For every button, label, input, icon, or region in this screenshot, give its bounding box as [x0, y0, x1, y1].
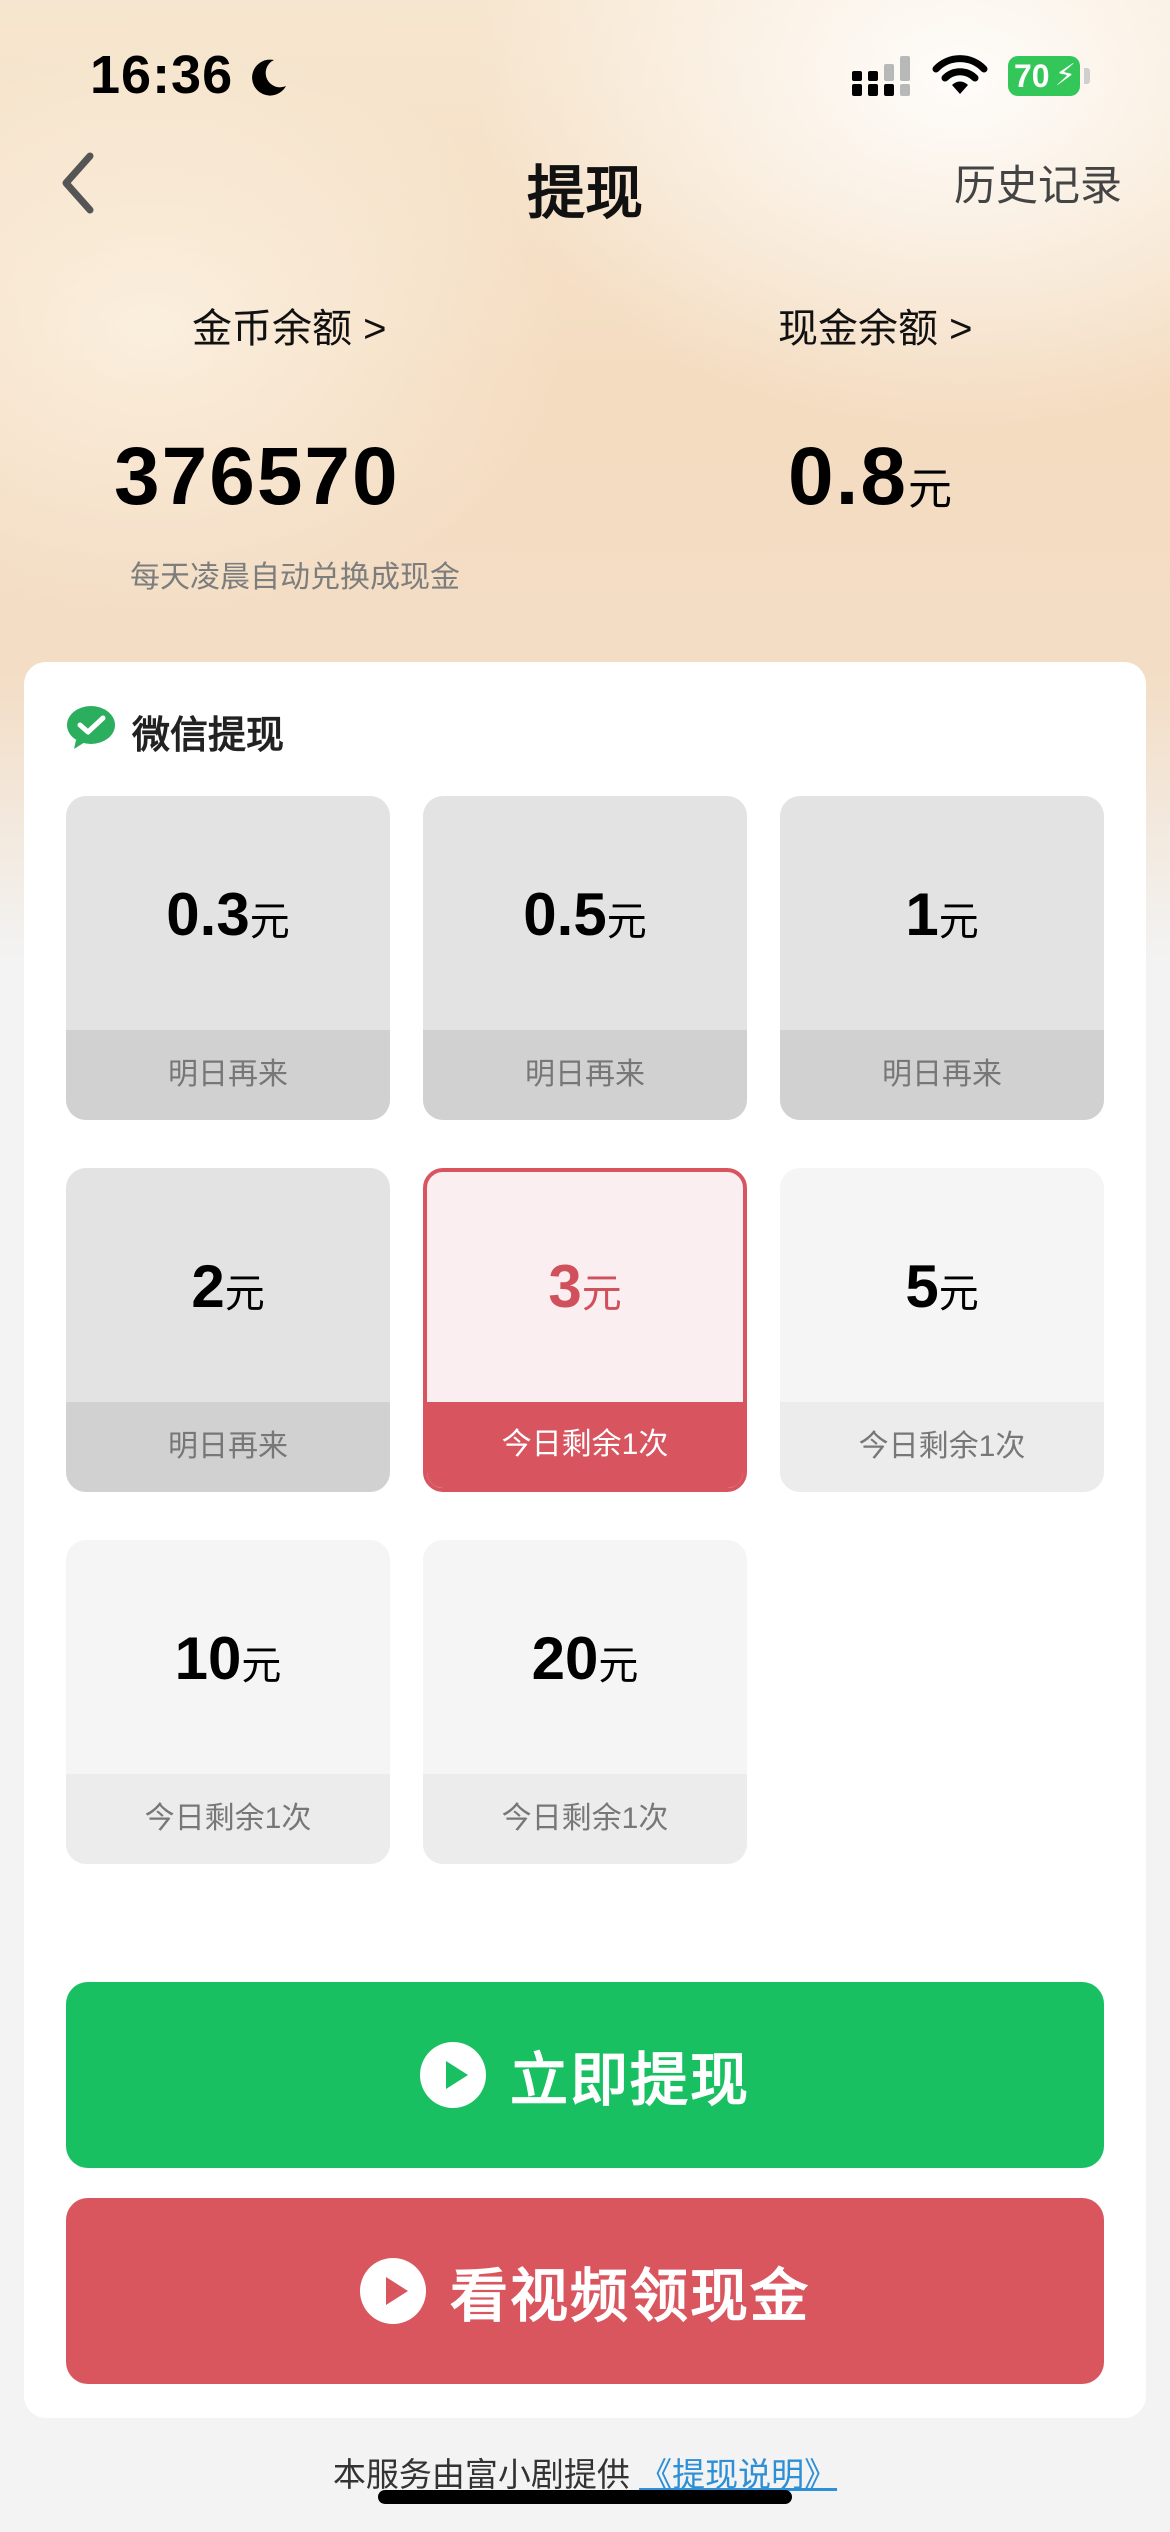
home-indicator[interactable]: [378, 2490, 792, 2504]
withdraw-option-0-3[interactable]: 0.3元 明日再来: [66, 796, 390, 1120]
withdraw-card: 微信提现 0.3元 明日再来 0.5元 明日再来 1元 明日再来 2元 明日再来…: [24, 662, 1146, 2418]
coin-exchange-note: 每天凌晨自动兑换成现金: [130, 561, 460, 594]
withdraw-option-3-selected[interactable]: 3元 今日剩余1次: [423, 1168, 747, 1492]
cash-balance-amount: 0.8: [788, 431, 908, 522]
amount-unit: 元: [224, 1272, 265, 1316]
option-amount: 2元: [66, 1252, 390, 1321]
watch-video-label: 看视频领现金: [449, 2264, 810, 2329]
option-status: 今日剩余1次: [423, 1774, 747, 1864]
battery-charging-icon: 70 ⚡: [1008, 56, 1080, 96]
amount-value: 10: [174, 1625, 242, 1692]
wechat-icon: [67, 706, 115, 749]
play-icon: [359, 2258, 426, 2324]
withdraw-option-0-5[interactable]: 0.5元 明日再来: [423, 796, 747, 1120]
cash-balance-value: 0.8元: [788, 430, 952, 524]
option-amount: 20元: [423, 1624, 747, 1693]
coin-balance-value: 376570: [114, 431, 400, 522]
battery-level: 70: [1014, 58, 1050, 94]
battery-tip: [1084, 68, 1090, 84]
withdraw-option-1[interactable]: 1元 明日再来: [780, 796, 1104, 1120]
amount-value: 1: [905, 881, 939, 948]
option-status: 明日再来: [66, 1030, 390, 1120]
payment-method-title: 微信提现: [132, 715, 285, 757]
amount-value: 0.5: [523, 881, 607, 948]
amount-unit: 元: [249, 900, 290, 944]
amount-value: 5: [905, 1253, 939, 1320]
withdraw-now-button[interactable]: 立即提现: [66, 1982, 1104, 2168]
amount-unit: 元: [581, 1272, 622, 1316]
amount-unit: 元: [938, 1272, 979, 1316]
option-amount: 5元: [780, 1252, 1104, 1321]
amount-value: 20: [531, 1625, 599, 1692]
option-amount: 3元: [427, 1252, 743, 1321]
option-status: 明日再来: [780, 1030, 1104, 1120]
play-icon: [419, 2042, 486, 2108]
option-amount: 0.3元: [66, 880, 390, 949]
withdraw-option-2[interactable]: 2元 明日再来: [66, 1168, 390, 1492]
option-amount: 0.5元: [423, 880, 747, 949]
withdraw-option-10[interactable]: 10元 今日剩余1次: [66, 1540, 390, 1864]
history-link[interactable]: 历史记录: [954, 152, 1122, 213]
cash-balance-unit: 元: [908, 465, 952, 514]
cellular-signal-icon: [852, 56, 910, 96]
amount-value: 3: [548, 1253, 582, 1320]
option-status: 明日再来: [66, 1402, 390, 1492]
amount-unit: 元: [598, 1644, 639, 1688]
moon-icon: [252, 59, 286, 96]
status-bar: 16:36 70 ⚡: [0, 0, 1170, 150]
wifi-icon: [932, 55, 988, 94]
status-time: 16:36: [90, 45, 234, 105]
option-amount: 10元: [66, 1624, 390, 1693]
option-amount: 1元: [780, 880, 1104, 949]
amount-value: 0.3: [166, 881, 250, 948]
amount-value: 2: [191, 1253, 225, 1320]
withdraw-rules-link[interactable]: 《提现说明》: [639, 2456, 837, 2493]
watch-video-button[interactable]: 看视频领现金: [66, 2198, 1104, 2384]
amount-unit: 元: [241, 1644, 282, 1688]
option-status: 今日剩余1次: [427, 1402, 743, 1488]
amount-unit: 元: [606, 900, 647, 944]
withdraw-option-20[interactable]: 20元 今日剩余1次: [423, 1540, 747, 1864]
option-status: 今日剩余1次: [780, 1402, 1104, 1492]
option-status: 今日剩余1次: [66, 1774, 390, 1864]
withdraw-option-5[interactable]: 5元 今日剩余1次: [780, 1168, 1104, 1492]
footer-text: 本服务由富小剧提供: [332, 2456, 630, 2493]
footer: 本服务由富小剧提供 《提现说明》: [0, 2448, 1170, 2496]
amount-unit: 元: [938, 900, 979, 944]
withdraw-now-label: 立即提现: [509, 2048, 750, 2113]
cash-balance-link[interactable]: 现金余额 >: [778, 296, 972, 354]
coin-balance-link[interactable]: 金币余额 >: [192, 296, 386, 354]
option-status: 明日再来: [423, 1030, 747, 1120]
